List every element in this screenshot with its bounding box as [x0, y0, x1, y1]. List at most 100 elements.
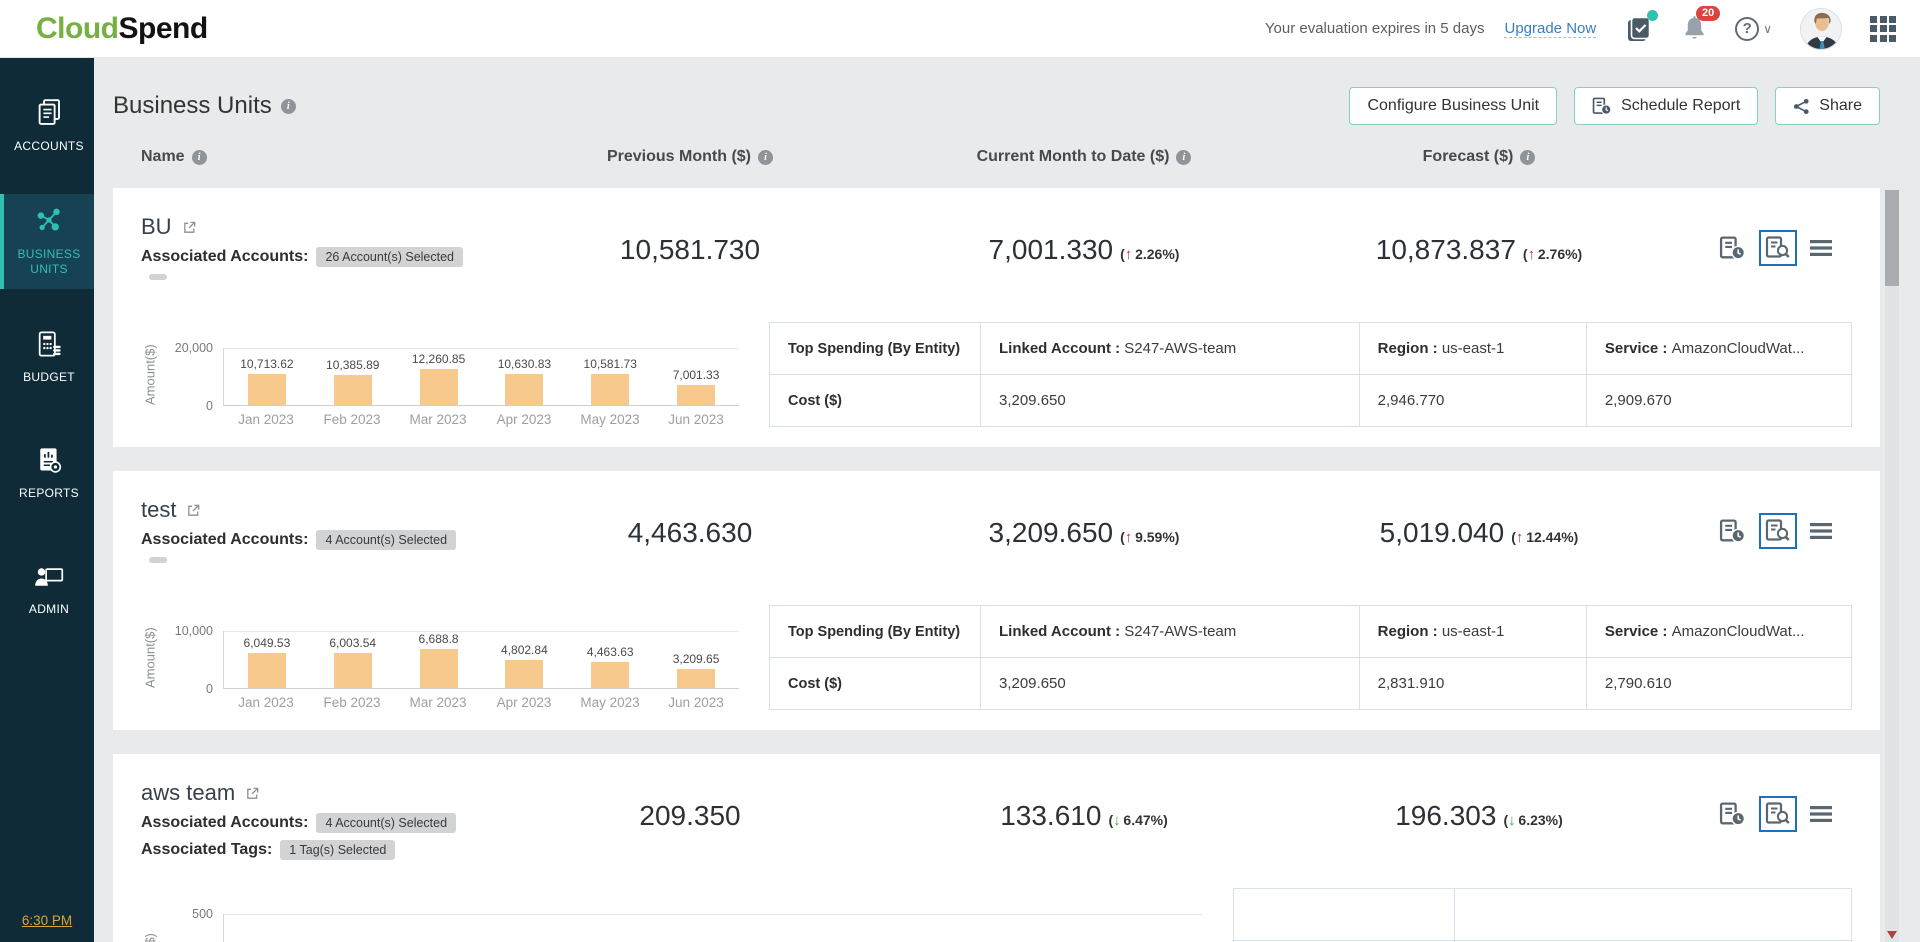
apps-grid-icon[interactable] [1870, 16, 1896, 42]
chart-plot-area: 10,713.62 10,385.89 12,260.8510,630.83 10,5… [223, 348, 739, 406]
top-spending-title-cell: Top Spending (By Entity) [770, 323, 981, 375]
chevron-down-icon: ∨ [1763, 22, 1772, 36]
business-unit-name: aws team [141, 780, 235, 806]
reports-icon [35, 446, 63, 479]
entity-header-cell: Region : us-east-1 [1359, 323, 1586, 375]
cost-label-cell: Cost ($) [770, 658, 981, 710]
chart-x-axis-labels: Jan 2023Feb 2023Mar 2023Apr 2023May 2023… [223, 412, 739, 427]
page-title: Business Units i [113, 92, 296, 120]
x-axis-tick-label: May 2023 [567, 695, 653, 710]
sidebar-item-budget[interactable]: BUDGET [0, 310, 94, 405]
cost-details-icon[interactable] [1759, 513, 1797, 549]
tags-selected-badge[interactable]: 1 Tag(s) Selected [280, 840, 395, 860]
entity-cost-cell: 3,209.650 [980, 658, 1359, 710]
evaluation-expiry-text: Your evaluation expires in 5 days [1265, 20, 1485, 37]
help-icon[interactable]: ? ∨ [1735, 17, 1772, 41]
x-axis-tick-label: Jun 2023 [653, 412, 739, 427]
top-spending-table: Top Spending (By Entity)Linked Account :… [769, 605, 1852, 710]
business-unit-card: aws team Associated Accounts: 4 Account(… [113, 754, 1880, 942]
scrollbar-thumb[interactable] [1885, 190, 1899, 286]
info-icon[interactable]: i [281, 99, 296, 114]
entity-cost-cell: 2,946.770 [1359, 375, 1586, 427]
vertical-scrollbar[interactable] [1885, 190, 1899, 942]
top-spending-header-row: Top Spending (By Entity)Linked Account :… [770, 606, 1852, 658]
schedule-report-icon [1592, 97, 1612, 116]
cost-details-icon[interactable] [1759, 796, 1797, 832]
accounts-selected-badge[interactable]: 4 Account(s) Selected [316, 530, 456, 550]
bar-slot: 7,001.33 [653, 348, 739, 405]
business-unit-name: test [141, 497, 176, 523]
info-icon[interactable]: i [758, 150, 773, 165]
sidebar-item-business-units[interactable]: BUSINESS UNITS [0, 194, 94, 289]
bar-slot: 6,003.54 [310, 631, 396, 688]
schedule-report-icon[interactable] [1719, 236, 1746, 261]
cloudspend-logo[interactable]: CloudSpend [36, 12, 208, 46]
tags-selected-badge[interactable] [149, 557, 167, 563]
associated-accounts-label: Associated Accounts: [141, 814, 308, 832]
trend-down-arrow-icon: ↓ [1508, 812, 1516, 829]
configure-business-unit-button[interactable]: Configure Business Unit [1349, 87, 1557, 125]
chart-y-ticks: 10,0000 [159, 615, 223, 689]
associated-accounts-row: Associated Accounts: 4 Account(s) Select… [141, 813, 523, 833]
bar-slot: 10,630.83 [481, 348, 567, 405]
previous-month-value: 10,581.730 [523, 234, 857, 266]
tags-selected-badge[interactable] [149, 274, 167, 280]
row-menu-icon[interactable] [1810, 522, 1832, 540]
bar-value-label: 10,581.73 [584, 357, 637, 371]
x-axis-tick-label: May 2023 [567, 412, 653, 427]
row-menu-icon[interactable] [1810, 805, 1832, 823]
bar-value-label: 10,385.89 [326, 358, 379, 372]
associated-tags-row: Associated Tags: 1 Tag(s) Selected [141, 840, 523, 860]
spend-bar-chart: Amount($) 20,0000 10,713.6210,385.8912,2… [141, 332, 739, 427]
bar [420, 369, 458, 405]
associated-accounts-label: Associated Accounts: [141, 248, 308, 266]
scrollbar-down-arrow[interactable] [1887, 931, 1897, 939]
tasks-checklist-icon[interactable] [1624, 14, 1654, 44]
row-menu-icon[interactable] [1810, 239, 1832, 257]
column-previous-month: Previous Month ($)i [523, 148, 857, 166]
sidebar-item-accounts[interactable]: ACCOUNTS [0, 78, 94, 173]
cost-details-icon[interactable] [1759, 230, 1797, 266]
sidebar-time[interactable]: 6:30 PM [0, 913, 94, 928]
schedule-report-icon[interactable] [1719, 802, 1746, 827]
bar-value-label: 7,001.33 [673, 368, 720, 382]
bar [591, 662, 629, 688]
admin-icon [34, 562, 64, 595]
open-business-unit-icon[interactable] [186, 503, 201, 518]
associated-tags-label: Associated Tags: [141, 841, 272, 859]
entity-cost-cell: 2,909.670 [1586, 375, 1851, 427]
previous-month-value: 4,463.630 [523, 517, 857, 549]
bar [591, 374, 629, 405]
upgrade-now-link[interactable]: Upgrade Now [1504, 20, 1596, 38]
info-icon[interactable]: i [1176, 150, 1191, 165]
sidebar-item-reports[interactable]: REPORTS [0, 426, 94, 521]
share-button[interactable]: Share [1775, 87, 1880, 125]
bar [505, 660, 543, 688]
sidebar-item-label: ACCOUNTS [14, 139, 84, 155]
x-axis-tick-label: Mar 2023 [395, 412, 481, 427]
accounts-selected-badge[interactable]: 4 Account(s) Selected [316, 813, 456, 833]
x-axis-tick-label: Feb 2023 [309, 695, 395, 710]
schedule-report-button[interactable]: Schedule Report [1574, 87, 1758, 125]
open-business-unit-icon[interactable] [182, 220, 197, 235]
bar-slot: 4,463.63 [567, 631, 653, 688]
schedule-report-icon[interactable] [1719, 519, 1746, 544]
info-icon[interactable]: i [1520, 150, 1535, 165]
top-spending-header-row [1234, 889, 1852, 941]
trend-up-arrow-icon: ↑ [1528, 246, 1536, 263]
sidebar-item-admin[interactable]: ADMIN [0, 542, 94, 637]
spend-bar-chart: ($) 500 [141, 898, 1203, 942]
bar-slot: 12,260.85 [396, 348, 482, 405]
accounts-selected-badge[interactable]: 26 Account(s) Selected [316, 247, 463, 267]
user-avatar[interactable] [1800, 8, 1842, 50]
open-business-unit-icon[interactable] [245, 786, 260, 801]
notifications-bell-icon[interactable]: 20 [1682, 15, 1707, 42]
bar-value-label: 4,802.84 [501, 643, 548, 657]
column-current-month: Current Month to Date ($)i [857, 148, 1311, 166]
info-icon[interactable]: i [192, 150, 207, 165]
top-spending-header-row: Top Spending (By Entity)Linked Account :… [770, 323, 1852, 375]
bar [248, 653, 286, 688]
top-spending-title-cell: Top Spending (By Entity) [770, 606, 981, 658]
main-content: Business Units i Configure Business Unit… [94, 58, 1920, 942]
bar-slot: 10,713.62 [224, 348, 310, 405]
